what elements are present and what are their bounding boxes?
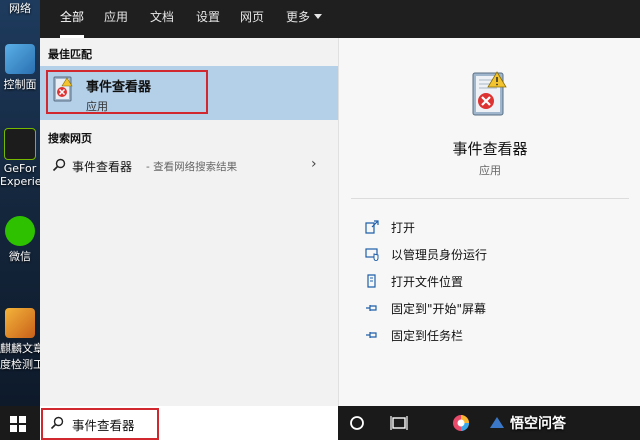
desktop-icon-label: 度检测工 bbox=[0, 358, 40, 371]
detail-type: 应用 bbox=[479, 164, 501, 177]
desktop-icon-label: 微信 bbox=[9, 250, 31, 263]
web-search-term: 事件查看器 bbox=[72, 160, 133, 174]
start-search-panel: 全部 应用 文档 设置 网页 更多 最佳匹配 事件查看器 应用 搜索网页 事件查… bbox=[40, 0, 640, 406]
control-panel-icon bbox=[5, 44, 35, 74]
tab-label: 设置 bbox=[196, 10, 221, 24]
action-label: 以管理员身份运行 bbox=[391, 248, 488, 262]
tab-settings[interactable]: 设置 bbox=[196, 0, 220, 38]
desktop-icon-geforce[interactable]: GeFor Experie bbox=[0, 128, 40, 188]
web-search-suffix: - 查看网络搜索结果 bbox=[146, 161, 238, 173]
shield-admin-icon bbox=[365, 248, 379, 261]
results-list: 最佳匹配 事件查看器 应用 搜索网页 事件查看器 - 查看网络搜索结果 › bbox=[40, 38, 338, 406]
desktop-icon-label: GeFor bbox=[3, 162, 37, 175]
filter-tab-bar: 全部 应用 文档 设置 网页 更多 bbox=[40, 0, 640, 38]
divider bbox=[351, 198, 629, 199]
desktop-icon-label: 控制面 bbox=[3, 78, 37, 91]
web-search-result[interactable]: 事件查看器 - 查看网络搜索结果 › bbox=[40, 150, 338, 180]
tab-label: 文档 bbox=[150, 10, 175, 24]
task-view-icon[interactable] bbox=[390, 414, 408, 432]
cortana-icon[interactable] bbox=[348, 414, 366, 432]
wechat-icon bbox=[5, 216, 35, 246]
tab-label: 更多 bbox=[286, 10, 311, 24]
pin-icon bbox=[366, 305, 377, 311]
desktop-icon-label: Experie bbox=[0, 175, 40, 188]
action-label: 固定到"开始"屏幕 bbox=[391, 302, 487, 316]
browser-icon[interactable] bbox=[452, 414, 470, 432]
tab-label: 全部 bbox=[60, 10, 85, 24]
event-viewer-large-icon bbox=[472, 71, 507, 116]
open-icon bbox=[365, 220, 379, 234]
web-search-heading: 搜索网页 bbox=[48, 132, 92, 145]
tab-apps[interactable]: 应用 bbox=[104, 0, 128, 38]
windows-start-icon[interactable] bbox=[10, 416, 26, 432]
geforce-icon bbox=[4, 128, 36, 160]
tab-label: 网页 bbox=[240, 10, 265, 24]
detail-title: 事件查看器 bbox=[452, 140, 528, 158]
pin-icon bbox=[366, 332, 377, 338]
chevron-right-icon[interactable]: › bbox=[311, 156, 317, 172]
annotation-highlight-box bbox=[41, 408, 159, 440]
desktop-icon-label: 麒麟文章 bbox=[0, 342, 40, 355]
desktop-icon-label: 网络 bbox=[9, 2, 31, 15]
watermark-text: 悟空问答 bbox=[510, 416, 566, 432]
pencil-icon bbox=[5, 308, 35, 338]
desktop-icon-network[interactable]: 网络 bbox=[0, 0, 40, 16]
desktop-icon-article-tool[interactable]: 麒麟文章 度检测工 bbox=[0, 308, 40, 372]
search-icon bbox=[52, 158, 66, 172]
app-icon[interactable] bbox=[488, 414, 506, 432]
tab-documents[interactable]: 文档 bbox=[150, 0, 174, 38]
chevron-down-icon bbox=[314, 14, 323, 19]
desktop-icon-wechat[interactable]: 微信 bbox=[0, 216, 40, 264]
tab-label: 应用 bbox=[104, 10, 129, 24]
annotation-highlight-box bbox=[46, 70, 208, 114]
result-detail-pane: 事件查看器 应用 打开 以管理员身份运行 打开文件位置 固定到"开始"屏幕 固定… bbox=[338, 38, 640, 406]
tab-all[interactable]: 全部 bbox=[60, 0, 85, 38]
action-label: 固定到任务栏 bbox=[391, 329, 464, 343]
tab-web[interactable]: 网页 bbox=[240, 0, 264, 38]
action-label: 打开 bbox=[391, 221, 416, 235]
tab-more[interactable]: 更多 bbox=[286, 0, 323, 38]
file-location-icon bbox=[367, 274, 376, 288]
best-match-heading: 最佳匹配 bbox=[48, 48, 92, 61]
desktop-icon-control-panel[interactable]: 控制面 bbox=[0, 44, 40, 92]
action-label: 打开文件位置 bbox=[391, 275, 464, 289]
